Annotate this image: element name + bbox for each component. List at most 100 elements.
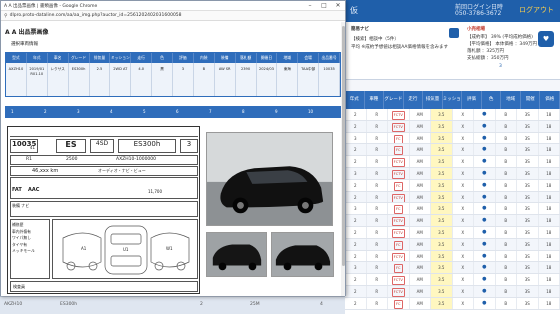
minimize-icon[interactable]: – xyxy=(303,1,317,11)
logout-link[interactable]: ログアウト xyxy=(519,5,554,15)
table-cell: 3.5 xyxy=(431,226,453,238)
status-dot: ● xyxy=(474,203,496,215)
summary-line-1: 【検索】相談中（5件） xyxy=(351,37,399,42)
status-dot: ● xyxy=(474,167,496,179)
address-bar[interactable]: ⚲ dlpro.proto-dataline.com/aa/aa_img.php… xyxy=(1,11,345,21)
vehicle-info-table: 型式 年式 車名 グレード 排気量 ミッション 走行色評価 内装 装備 落札額 開催日 地域 会場 出品番… xyxy=(5,52,341,97)
table-cell: B xyxy=(496,132,517,144)
close-icon[interactable]: ✕ xyxy=(331,1,345,11)
table-cell: FC xyxy=(388,179,410,191)
table-row[interactable]: 2 R FCTV AM 3.5 X ● B 3S 18 xyxy=(345,215,560,227)
table-row[interactable]: 2 R FCTV AM 3.5 X ● B 3S 18 xyxy=(345,285,560,298)
car-photo-front[interactable] xyxy=(206,132,333,226)
sheet-mileage: 46,xxx km xyxy=(32,168,59,174)
table-row[interactable]: 2 R FCTV AM 3.5 X ● B 3S 18 xyxy=(345,274,560,286)
table-cell: 3.5 xyxy=(431,144,453,156)
image-tab[interactable]: 3 xyxy=(77,109,80,114)
table-row[interactable]: 3 R FC AM 3.5 X ● B 3S 18 xyxy=(345,203,560,216)
scrollbar[interactable] xyxy=(341,22,345,296)
table-cell: FCTV xyxy=(388,274,410,285)
table-row[interactable]: 2 R FC AM 3.5 X ● B 3S 18 xyxy=(345,297,560,310)
table-row[interactable]: 2 R FC AM 3.5 X ● B 3S 18 xyxy=(345,144,560,157)
table-cell: 3 xyxy=(345,203,367,215)
scrollbar-thumb[interactable] xyxy=(341,26,345,266)
feature-tag: FC xyxy=(393,181,403,191)
table-cell: 18 xyxy=(539,274,560,285)
column-header[interactable]: 開催 xyxy=(521,91,541,109)
site-info-icon[interactable]: ⚲ xyxy=(4,13,8,19)
table-cell: 18 xyxy=(539,120,560,132)
info-button[interactable] xyxy=(449,28,459,38)
table-cell: X xyxy=(453,120,474,132)
column-header[interactable]: 価格 xyxy=(540,91,560,109)
table-cell: 2 xyxy=(345,297,367,309)
table-cell: 3 xyxy=(345,167,367,179)
image-tab[interactable]: 2 xyxy=(44,109,47,114)
table-row[interactable]: 3 R FC AM 3.5 X ● B 3S 18 xyxy=(345,132,560,145)
vehicle-info-value: 2019/01 R01.10 xyxy=(27,63,48,96)
column-header[interactable]: 色 xyxy=(482,91,502,109)
status-dot: ● xyxy=(474,262,496,274)
table-row[interactable]: 2 R FCTV AM 3.5 X ● B 3S 18 xyxy=(345,120,560,133)
image-tab[interactable]: 6 xyxy=(176,109,179,114)
row-num: 4 xyxy=(320,302,323,307)
table-row[interactable]: 3 R FCTV AM 3.5 X ● B 3S 18 xyxy=(345,167,560,180)
table-cell: 18 xyxy=(539,167,560,179)
sheet-year: R1 xyxy=(26,157,32,162)
table-row[interactable]: 2 R FCTV AM 3.5 X ● B 3S 18 xyxy=(345,250,560,263)
column-header[interactable]: ミッション xyxy=(443,91,463,109)
vehicle-info-row: AXZH10 2019/01 R01.10 レクサス ES300h 2.5 2WD AT 4… xyxy=(6,63,340,96)
image-tab[interactable]: 1 xyxy=(11,109,14,114)
vehicle-info-value: 3 xyxy=(173,63,194,96)
favorite-icon[interactable]: ♥ xyxy=(538,31,554,47)
table-row[interactable]: 3 R FC AM 3.5 X ● B 3S 18 xyxy=(345,262,560,275)
table-cell: FC xyxy=(388,238,410,250)
table-cell: R xyxy=(367,109,388,120)
column-header[interactable]: 年式 xyxy=(345,91,365,109)
table-row[interactable]: 2 R FCTV AM 3.5 X ● B 3S 18 xyxy=(345,226,560,239)
image-tab[interactable]: 7 xyxy=(209,109,212,114)
car-photo-rear[interactable] xyxy=(271,232,334,277)
maximize-icon[interactable]: □ xyxy=(317,1,331,11)
vehicle-info-column: グレード xyxy=(69,53,90,63)
table-cell: 3S xyxy=(517,250,539,262)
feature-tag: FCTV xyxy=(391,169,405,179)
vehicle-info-value: レクサス xyxy=(48,63,69,96)
image-tab[interactable]: 8 xyxy=(242,109,245,114)
window-titlebar[interactable]: A A 出品票画像 | 書類画像 - Google Chrome – □ ✕ xyxy=(1,1,345,11)
table-cell: 2 xyxy=(345,144,367,156)
table-cell: AM xyxy=(410,132,431,144)
table-cell: FCTV xyxy=(388,250,410,262)
image-tab[interactable]: 4 xyxy=(110,109,113,114)
car-photo-interior[interactable] xyxy=(206,232,267,277)
vehicle-info-column: 型式 xyxy=(6,53,27,63)
column-header[interactable]: 走行 xyxy=(404,91,424,109)
vehicle-info-column: 落札額 xyxy=(236,53,257,63)
table-row[interactable]: 2 R FCTV AM 3.5 X ● B 3S 18 xyxy=(345,109,560,121)
table-cell: B xyxy=(496,167,517,179)
column-header[interactable]: 地域 xyxy=(501,91,521,109)
table-cell: 2 xyxy=(345,109,367,120)
table-cell: 2 xyxy=(345,120,367,132)
sheet-aac: AAC xyxy=(28,187,40,193)
column-header[interactable]: 評価 xyxy=(462,91,482,109)
image-tab[interactable]: 10 xyxy=(308,109,313,114)
table-row[interactable]: 2 R FCTV AM 3.5 X ● B 3S 18 xyxy=(345,156,560,168)
table-row[interactable]: 2 R FC AM 3.5 X ● B 3S 18 xyxy=(345,179,560,192)
table-cell: FC xyxy=(388,132,410,144)
table-cell: 18 xyxy=(539,203,560,215)
image-tab[interactable]: 9 xyxy=(275,109,278,114)
table-cell: AM xyxy=(410,191,431,203)
column-header[interactable]: 車種 xyxy=(365,91,385,109)
results-row-partial[interactable]: AKZH10 ES300h 2 25M 4 xyxy=(0,296,345,314)
table-row[interactable]: 2 R FCTV AM 3.5 X ● B 3S 18 xyxy=(345,191,560,204)
table-cell: 2 xyxy=(345,250,367,262)
feature-tag: FCTV xyxy=(391,228,405,238)
column-header[interactable]: 排気量 xyxy=(423,91,443,109)
table-row[interactable]: 2 R FC AM 3.5 X ● B 3S 18 xyxy=(345,238,560,251)
image-tab[interactable]: 5 xyxy=(143,109,146,114)
vehicle-info-header: 型式 年式 車名 グレード 排気量 ミッション 走行色評価 内装 装備 落札額 開催日 地域 会場 出品番… xyxy=(6,53,340,63)
table-cell: FCTV xyxy=(388,285,410,297)
table-cell: 18 xyxy=(539,262,560,274)
column-header[interactable]: グレード xyxy=(384,91,404,109)
